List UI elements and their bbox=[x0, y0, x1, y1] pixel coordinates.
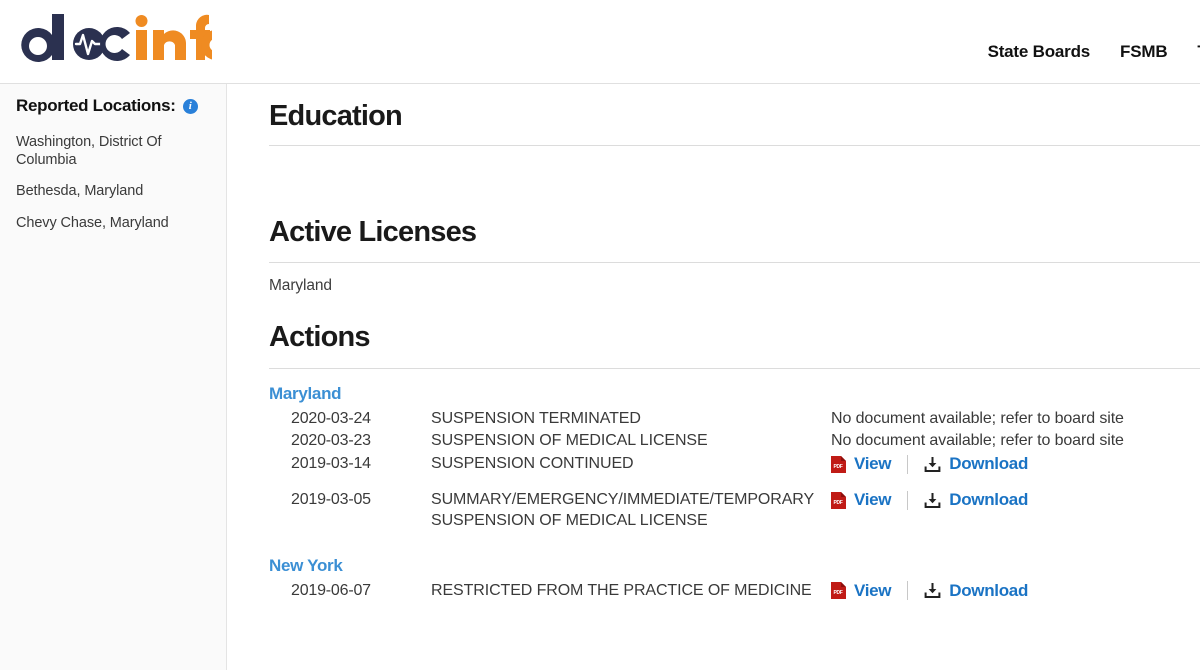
site-header: State Boards FSMB Ter bbox=[0, 0, 1200, 84]
action-document: No document available; refer to board si… bbox=[831, 408, 1200, 429]
view-document-link[interactable]: PDF View bbox=[831, 453, 892, 476]
link-separator bbox=[907, 490, 909, 510]
view-document-link[interactable]: PDF View bbox=[831, 580, 892, 603]
link-separator bbox=[907, 454, 909, 474]
download-icon bbox=[924, 583, 941, 599]
state-link-maryland[interactable]: Maryland bbox=[269, 384, 1200, 404]
table-row: 2019-03-14 SUSPENSION CONTINUED PDF View bbox=[269, 453, 1200, 477]
active-licenses-heading: Active Licenses bbox=[269, 216, 477, 248]
list-item: Bethesda, Maryland bbox=[16, 183, 144, 200]
no-document-text: No document available; refer to board si… bbox=[831, 410, 1124, 427]
action-document: No document available; refer to board si… bbox=[831, 430, 1200, 451]
action-date: 2019-06-07 bbox=[291, 581, 371, 599]
info-icon[interactable]: i bbox=[182, 98, 198, 114]
document-links: PDF View Download bbox=[831, 489, 1200, 512]
download-document-link[interactable]: Download bbox=[924, 489, 1028, 512]
download-label: Download bbox=[949, 489, 1029, 509]
action-date: 2019-03-05 bbox=[291, 490, 371, 508]
download-icon bbox=[924, 492, 941, 508]
download-document-link[interactable]: Download bbox=[924, 453, 1028, 476]
document-links: PDF View Download bbox=[831, 453, 1200, 476]
download-icon bbox=[924, 456, 941, 472]
action-document: PDF View Download bbox=[831, 489, 1200, 512]
document-links: PDF View Download bbox=[831, 580, 1200, 603]
download-label: Download bbox=[949, 453, 1029, 473]
reported-locations-label: Reported Locations: bbox=[16, 96, 176, 115]
action-description: SUSPENSION OF MEDICAL LICENSE bbox=[431, 432, 708, 450]
nav-fsmb[interactable]: FSMB bbox=[1120, 42, 1168, 62]
list-item: Maryland bbox=[269, 277, 332, 294]
svg-text:PDF: PDF bbox=[833, 500, 842, 506]
view-document-link[interactable]: PDF View bbox=[831, 489, 892, 512]
view-label: View bbox=[854, 489, 892, 509]
download-document-link[interactable]: Download bbox=[924, 580, 1028, 603]
action-date: 2020-03-23 bbox=[291, 432, 371, 450]
action-description: RESTRICTED FROM THE PRACTICE OF MEDICINE bbox=[431, 581, 812, 599]
actions-state-group-maryland: Maryland 2020-03-24 SUSPENSION TERMINATE… bbox=[269, 369, 1200, 533]
education-heading: Education bbox=[269, 100, 403, 132]
pdf-icon: PDF bbox=[831, 455, 846, 473]
download-label: Download bbox=[949, 580, 1029, 600]
action-description: SUMMARY/EMERGENCY/IMMEDIATE/TEMPORARY SU… bbox=[431, 490, 814, 530]
view-label: View bbox=[854, 453, 892, 473]
no-document-text: No document available; refer to board si… bbox=[831, 432, 1124, 450]
docinfo-logo[interactable] bbox=[12, 8, 212, 70]
reported-locations-sidebar: Reported Locations: i Washington, Distri… bbox=[0, 84, 227, 670]
state-link-new-york[interactable]: New York bbox=[269, 556, 1200, 576]
action-date: 2019-03-14 bbox=[291, 454, 371, 472]
actions-heading: Actions bbox=[269, 321, 371, 353]
table-row: 2020-03-24 SUSPENSION TERMINATED No docu… bbox=[269, 408, 1200, 430]
action-description: SUSPENSION CONTINUED bbox=[431, 454, 634, 472]
svg-text:PDF: PDF bbox=[833, 590, 842, 596]
table-row: 2019-06-07 RESTRICTED FROM THE PRACTICE … bbox=[269, 580, 1200, 604]
reported-locations-title: Reported Locations: i bbox=[16, 96, 210, 116]
list-item: Chevy Chase, Maryland bbox=[16, 215, 169, 232]
action-description: SUSPENSION TERMINATED bbox=[431, 410, 641, 427]
actions-state-group-new-york: New York 2019-06-07 RESTRICTED FROM THE … bbox=[269, 533, 1200, 604]
svg-text:PDF: PDF bbox=[833, 464, 842, 470]
docinfo-logo-svg bbox=[21, 14, 212, 62]
main-content: Education Active Licenses Maryland Actio… bbox=[227, 84, 1200, 670]
pdf-icon: PDF bbox=[831, 582, 846, 600]
action-document: PDF View Download bbox=[831, 453, 1200, 476]
list-item: Washington, District Of Columbia bbox=[16, 134, 162, 168]
action-date: 2020-03-24 bbox=[291, 410, 371, 427]
pdf-icon: PDF bbox=[831, 491, 846, 509]
link-separator bbox=[907, 581, 909, 601]
table-row: 2020-03-23 SUSPENSION OF MEDICAL LICENSE… bbox=[269, 430, 1200, 452]
action-document: PDF View Download bbox=[831, 580, 1200, 603]
view-label: View bbox=[854, 580, 892, 600]
nav-state-boards[interactable]: State Boards bbox=[988, 42, 1091, 62]
page-layout: Reported Locations: i Washington, Distri… bbox=[0, 84, 1200, 670]
main-navigation: State Boards FSMB Ter bbox=[988, 42, 1200, 62]
table-row: 2019-03-05 SUMMARY/EMERGENCY/IMMEDIATE/T… bbox=[269, 477, 1200, 533]
